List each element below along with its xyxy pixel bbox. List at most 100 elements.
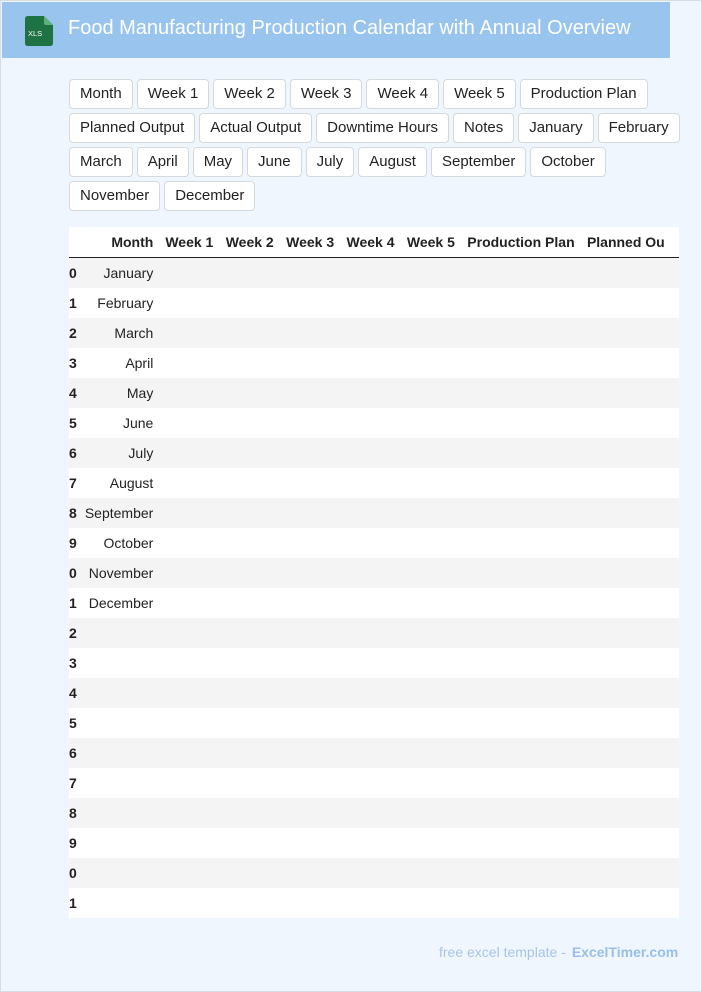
field-tag[interactable]: Actual Output	[199, 113, 313, 143]
table-cell[interactable]	[280, 618, 341, 648]
table-cell[interactable]	[280, 708, 341, 738]
column-header[interactable]: Week 2	[219, 227, 281, 258]
table-cell[interactable]	[280, 768, 341, 798]
table-cell[interactable]	[400, 318, 462, 348]
month-cell[interactable]	[76, 828, 160, 858]
table-cell[interactable]	[280, 378, 341, 408]
table-cell[interactable]	[219, 828, 281, 858]
table-cell[interactable]	[580, 558, 679, 588]
table-cell[interactable]	[280, 828, 341, 858]
table-cell[interactable]	[280, 738, 341, 768]
table-cell[interactable]	[219, 798, 281, 828]
field-tag[interactable]: Month	[69, 79, 133, 109]
table-cell[interactable]	[340, 768, 401, 798]
month-cell[interactable]	[76, 618, 160, 648]
month-cell[interactable]: January	[76, 257, 160, 288]
table-cell[interactable]	[340, 618, 401, 648]
field-tag[interactable]: Week 3	[289, 79, 363, 109]
table-cell[interactable]	[159, 738, 220, 768]
table-cell[interactable]	[580, 408, 679, 438]
table-cell[interactable]	[219, 528, 281, 558]
table-cell[interactable]	[159, 558, 220, 588]
table-cell[interactable]	[159, 798, 220, 828]
month-cell[interactable]: September	[76, 498, 160, 528]
table-cell[interactable]	[580, 378, 679, 408]
table-cell[interactable]	[400, 468, 462, 498]
table-cell[interactable]	[461, 858, 581, 888]
table-cell[interactable]	[159, 648, 220, 678]
table-cell[interactable]	[159, 348, 220, 378]
table-cell[interactable]	[219, 257, 281, 288]
table-cell[interactable]	[400, 588, 462, 618]
table-cell[interactable]	[461, 588, 581, 618]
table-cell[interactable]	[340, 558, 401, 588]
table-cell[interactable]	[400, 828, 462, 858]
field-tag[interactable]: Planned Output	[69, 113, 196, 143]
field-tag[interactable]: April	[136, 147, 189, 177]
table-cell[interactable]	[280, 678, 341, 708]
column-header[interactable]: Week 3	[280, 227, 341, 258]
month-cell[interactable]: April	[76, 348, 160, 378]
table-cell[interactable]	[219, 288, 281, 318]
table-cell[interactable]	[461, 288, 581, 318]
month-cell[interactable]: August	[76, 468, 160, 498]
table-cell[interactable]	[580, 438, 679, 468]
table-cell[interactable]	[580, 738, 679, 768]
table-cell[interactable]	[400, 498, 462, 528]
table-cell[interactable]	[340, 288, 401, 318]
table-cell[interactable]	[400, 678, 462, 708]
field-tag[interactable]: Production Plan	[519, 79, 648, 109]
table-cell[interactable]	[340, 798, 401, 828]
table-cell[interactable]	[159, 378, 220, 408]
table-cell[interactable]	[580, 678, 679, 708]
table-cell[interactable]	[159, 828, 220, 858]
table-cell[interactable]	[159, 318, 220, 348]
month-cell[interactable]	[76, 858, 160, 888]
field-tag[interactable]: September	[430, 147, 527, 177]
table-cell[interactable]	[461, 558, 581, 588]
table-cell[interactable]	[461, 618, 581, 648]
table-cell[interactable]	[159, 498, 220, 528]
table-cell[interactable]	[219, 678, 281, 708]
table-cell[interactable]	[461, 648, 581, 678]
table-cell[interactable]	[580, 288, 679, 318]
table-cell[interactable]	[580, 468, 679, 498]
table-cell[interactable]	[400, 257, 462, 288]
table-cell[interactable]	[280, 408, 341, 438]
table-cell[interactable]	[400, 888, 462, 918]
field-tag[interactable]: Week 5	[443, 79, 516, 109]
field-tag[interactable]: July	[305, 147, 355, 177]
month-cell[interactable]: October	[76, 528, 160, 558]
table-cell[interactable]	[280, 498, 341, 528]
month-cell[interactable]	[76, 798, 160, 828]
table-cell[interactable]	[400, 618, 462, 648]
table-cell[interactable]	[219, 558, 281, 588]
table-cell[interactable]	[580, 618, 679, 648]
table-cell[interactable]	[340, 588, 401, 618]
month-cell[interactable]	[76, 708, 160, 738]
table-cell[interactable]	[280, 648, 341, 678]
table-cell[interactable]	[580, 318, 679, 348]
table-cell[interactable]	[461, 408, 581, 438]
month-cell[interactable]: November	[76, 558, 160, 588]
table-cell[interactable]	[400, 858, 462, 888]
table-cell[interactable]	[340, 348, 401, 378]
table-cell[interactable]	[340, 438, 401, 468]
table-cell[interactable]	[580, 257, 679, 288]
table-cell[interactable]	[580, 648, 679, 678]
table-cell[interactable]	[340, 708, 401, 738]
field-tag[interactable]: June	[247, 147, 302, 177]
month-cell[interactable]	[76, 738, 160, 768]
table-cell[interactable]	[580, 858, 679, 888]
table-cell[interactable]	[461, 438, 581, 468]
table-cell[interactable]	[219, 738, 281, 768]
table-cell[interactable]	[219, 648, 281, 678]
month-cell[interactable]: June	[76, 408, 160, 438]
table-cell[interactable]	[159, 618, 220, 648]
table-cell[interactable]	[219, 858, 281, 888]
table-cell[interactable]	[400, 738, 462, 768]
table-cell[interactable]	[219, 348, 281, 378]
table-cell[interactable]	[340, 828, 401, 858]
table-cell[interactable]	[159, 528, 220, 558]
field-tag[interactable]: Downtime Hours	[316, 113, 450, 143]
